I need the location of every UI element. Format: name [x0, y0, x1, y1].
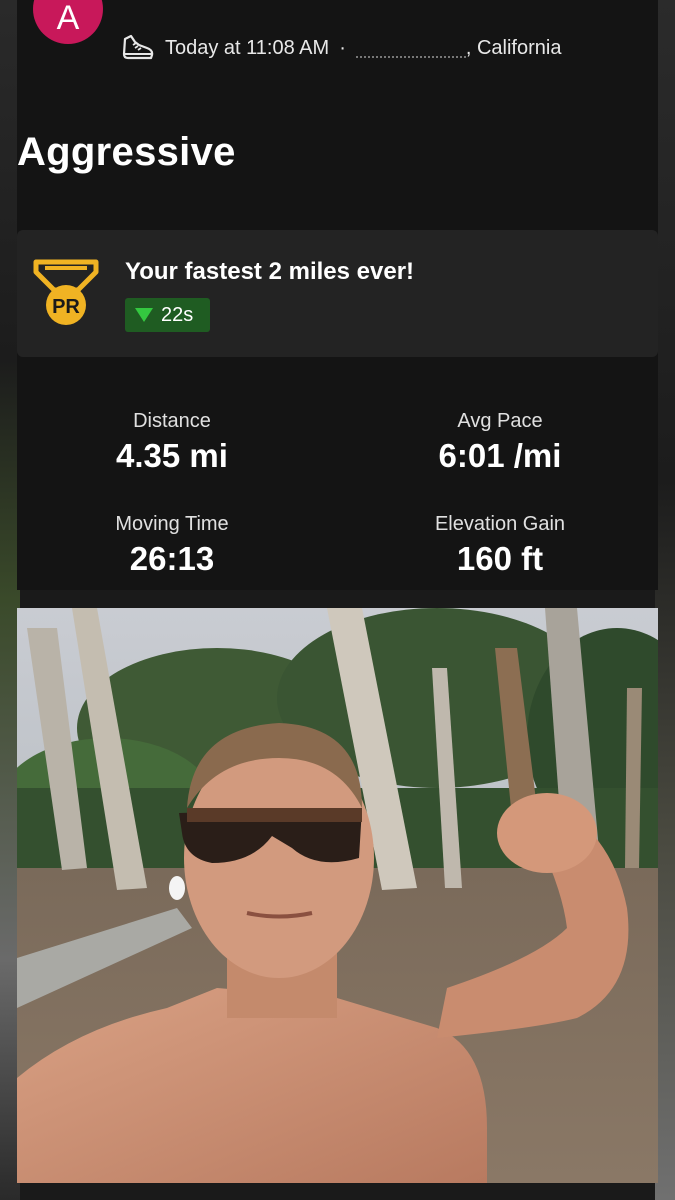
stat-label: Distance	[133, 410, 211, 432]
time-delta-value: 22s	[161, 303, 194, 326]
activity-timestamp: Today at 11:08 AM	[165, 36, 330, 59]
meta-separator: ·	[339, 36, 346, 59]
activity-title[interactable]: Aggressive	[17, 130, 236, 175]
running-shoe-icon	[122, 34, 154, 60]
avatar-initial: A	[56, 0, 80, 37]
stat-label: Avg Pace	[457, 410, 543, 432]
stat-value: 26:13	[129, 540, 215, 577]
stat-distance: Distance 4.35 mi	[22, 410, 322, 475]
down-triangle-icon	[135, 308, 153, 322]
achievement-banner[interactable]: PR Your fastest 2 miles ever! 22s	[17, 230, 658, 357]
stat-label: Moving Time	[115, 513, 229, 535]
avatar[interactable]: A	[33, 0, 103, 44]
stat-elevation-gain: Elevation Gain 160 ft	[350, 513, 650, 578]
activity-card: A Today at 11:08 AM · , California Aggre…	[17, 0, 658, 590]
stat-moving-time: Moving Time 26:13	[22, 513, 322, 578]
stat-value: 6:01 /mi	[438, 437, 562, 474]
stat-value: 4.35 mi	[116, 437, 228, 474]
activity-location: , California	[465, 36, 562, 59]
time-delta-badge: 22s	[125, 298, 210, 332]
pr-medal-icon: PR	[33, 259, 99, 325]
location-redacted	[355, 52, 466, 58]
stat-label: Elevation Gain	[434, 513, 566, 535]
stat-value: 160 ft	[456, 540, 544, 577]
activity-photo[interactable]	[17, 608, 658, 1183]
blurred-background-right	[655, 0, 675, 1200]
activity-meta: Today at 11:08 AM · , California	[121, 30, 561, 66]
pr-badge-text: PR	[52, 296, 80, 318]
selfie-photo-illustration	[17, 608, 658, 1183]
achievement-text: Your fastest 2 miles ever!	[125, 258, 415, 285]
stat-avg-pace: Avg Pace 6:01 /mi	[350, 410, 650, 475]
